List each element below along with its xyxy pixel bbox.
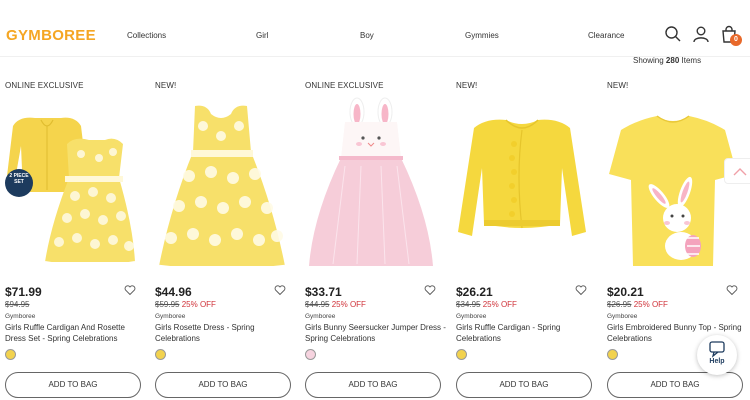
favorite-heart-icon[interactable] xyxy=(424,284,436,296)
product-flag: ONLINE EXCLUSIVE xyxy=(5,81,84,90)
help-label: Help xyxy=(709,358,725,365)
original-price-line: $59.95 25% OFF xyxy=(155,300,216,309)
discount-label: 25% OFF xyxy=(181,300,216,309)
nav-gymmies[interactable]: Gymmies xyxy=(465,31,499,40)
product-price: $71.99 xyxy=(5,285,42,299)
favorite-heart-icon[interactable] xyxy=(726,284,738,296)
product-card[interactable]: ONLINE EXCLUSIVE $33.71 $44.95 25% OFF G… xyxy=(305,76,447,400)
product-price: $20.21 xyxy=(607,285,644,299)
product-name[interactable]: Girls Ruffle Cardigan And Rosette Dress … xyxy=(5,322,147,344)
discount-label: 25% OFF xyxy=(331,300,366,309)
results-prefix: Showing xyxy=(633,56,664,65)
nav-collections[interactable]: Collections xyxy=(127,31,166,40)
bag-count-badge: 0 xyxy=(730,34,742,46)
original-price-line: $26.95 25% OFF xyxy=(607,300,668,309)
product-image[interactable] xyxy=(456,96,588,276)
product-flag: NEW! xyxy=(607,81,629,90)
scroll-to-top-button[interactable] xyxy=(724,158,750,184)
account-icon[interactable] xyxy=(692,25,710,43)
product-price: $44.96 xyxy=(155,285,192,299)
chevron-up-icon xyxy=(733,168,747,176)
original-price: $94.95 xyxy=(5,300,30,309)
product-brand: Gymboree xyxy=(305,313,336,320)
favorite-heart-icon[interactable] xyxy=(575,284,587,296)
gymboree-logo[interactable]: GYMBOREE xyxy=(6,27,96,44)
product-brand: Gymboree xyxy=(155,313,186,320)
product-image[interactable] xyxy=(305,96,437,276)
original-price-line: $94.95 xyxy=(5,300,29,309)
add-to-bag-button[interactable]: ADD TO BAG xyxy=(607,372,743,398)
discount-label: 25% OFF xyxy=(633,300,668,309)
product-image[interactable] xyxy=(607,96,739,276)
favorite-heart-icon[interactable] xyxy=(124,284,136,296)
results-number: 280 xyxy=(665,56,680,65)
results-suffix: Items xyxy=(681,56,702,65)
original-price-line: $34.95 25% OFF xyxy=(456,300,517,309)
results-count: Showing 280 Items xyxy=(633,56,701,65)
original-price: $44.95 xyxy=(305,300,330,309)
product-name[interactable]: Girls Ruffle Cardigan - Spring Celebrati… xyxy=(456,322,598,344)
site-header: GYMBOREE Collections Girl Boy Gymmies Cl… xyxy=(0,0,750,56)
nav-clearance[interactable]: Clearance xyxy=(588,31,624,40)
product-price: $26.21 xyxy=(456,285,493,299)
nav-girl[interactable]: Girl xyxy=(256,31,268,40)
product-flag: ONLINE EXCLUSIVE xyxy=(305,81,384,90)
color-swatch[interactable] xyxy=(305,349,316,360)
two-piece-set-badge: 2 PIECE SET xyxy=(5,169,33,197)
add-to-bag-button[interactable]: ADD TO BAG xyxy=(5,372,141,398)
color-swatch[interactable] xyxy=(5,349,16,360)
product-price: $33.71 xyxy=(305,285,342,299)
product-brand: Gymboree xyxy=(607,313,638,320)
color-swatch[interactable] xyxy=(456,349,467,360)
product-brand: Gymboree xyxy=(5,313,36,320)
add-to-bag-button[interactable]: ADD TO BAG xyxy=(155,372,291,398)
original-price: $26.95 xyxy=(607,300,632,309)
product-card[interactable]: NEW! $26.21 $34.95 25% OFF Gymboree Girl… xyxy=(456,76,596,400)
product-name[interactable]: Girls Rosette Dress - Spring Celebration… xyxy=(155,322,297,344)
original-price: $59.95 xyxy=(155,300,180,309)
original-price-line: $44.95 25% OFF xyxy=(305,300,366,309)
product-card[interactable]: ONLINE EXCLUSIVE 2 PIECE SET $71.99 $94.… xyxy=(5,76,145,400)
search-icon[interactable] xyxy=(664,25,682,43)
original-price: $34.95 xyxy=(456,300,481,309)
product-image[interactable] xyxy=(155,96,287,276)
color-swatch[interactable] xyxy=(155,349,166,360)
chat-bubble-icon xyxy=(709,341,725,358)
product-flag: NEW! xyxy=(456,81,478,90)
favorite-heart-icon[interactable] xyxy=(274,284,286,296)
product-flag: NEW! xyxy=(155,81,177,90)
help-chat-button[interactable]: Help xyxy=(697,335,737,375)
add-to-bag-button[interactable]: ADD TO BAG xyxy=(305,372,441,398)
product-name[interactable]: Girls Bunny Seersucker Jumper Dress - Sp… xyxy=(305,322,447,344)
nav-boy[interactable]: Boy xyxy=(360,31,374,40)
product-brand: Gymboree xyxy=(456,313,487,320)
add-to-bag-button[interactable]: ADD TO BAG xyxy=(456,372,592,398)
product-card[interactable]: NEW! $44.96 $59.95 25% OFF Gymboree Girl… xyxy=(155,76,295,400)
discount-label: 25% OFF xyxy=(482,300,517,309)
color-swatch[interactable] xyxy=(607,349,618,360)
